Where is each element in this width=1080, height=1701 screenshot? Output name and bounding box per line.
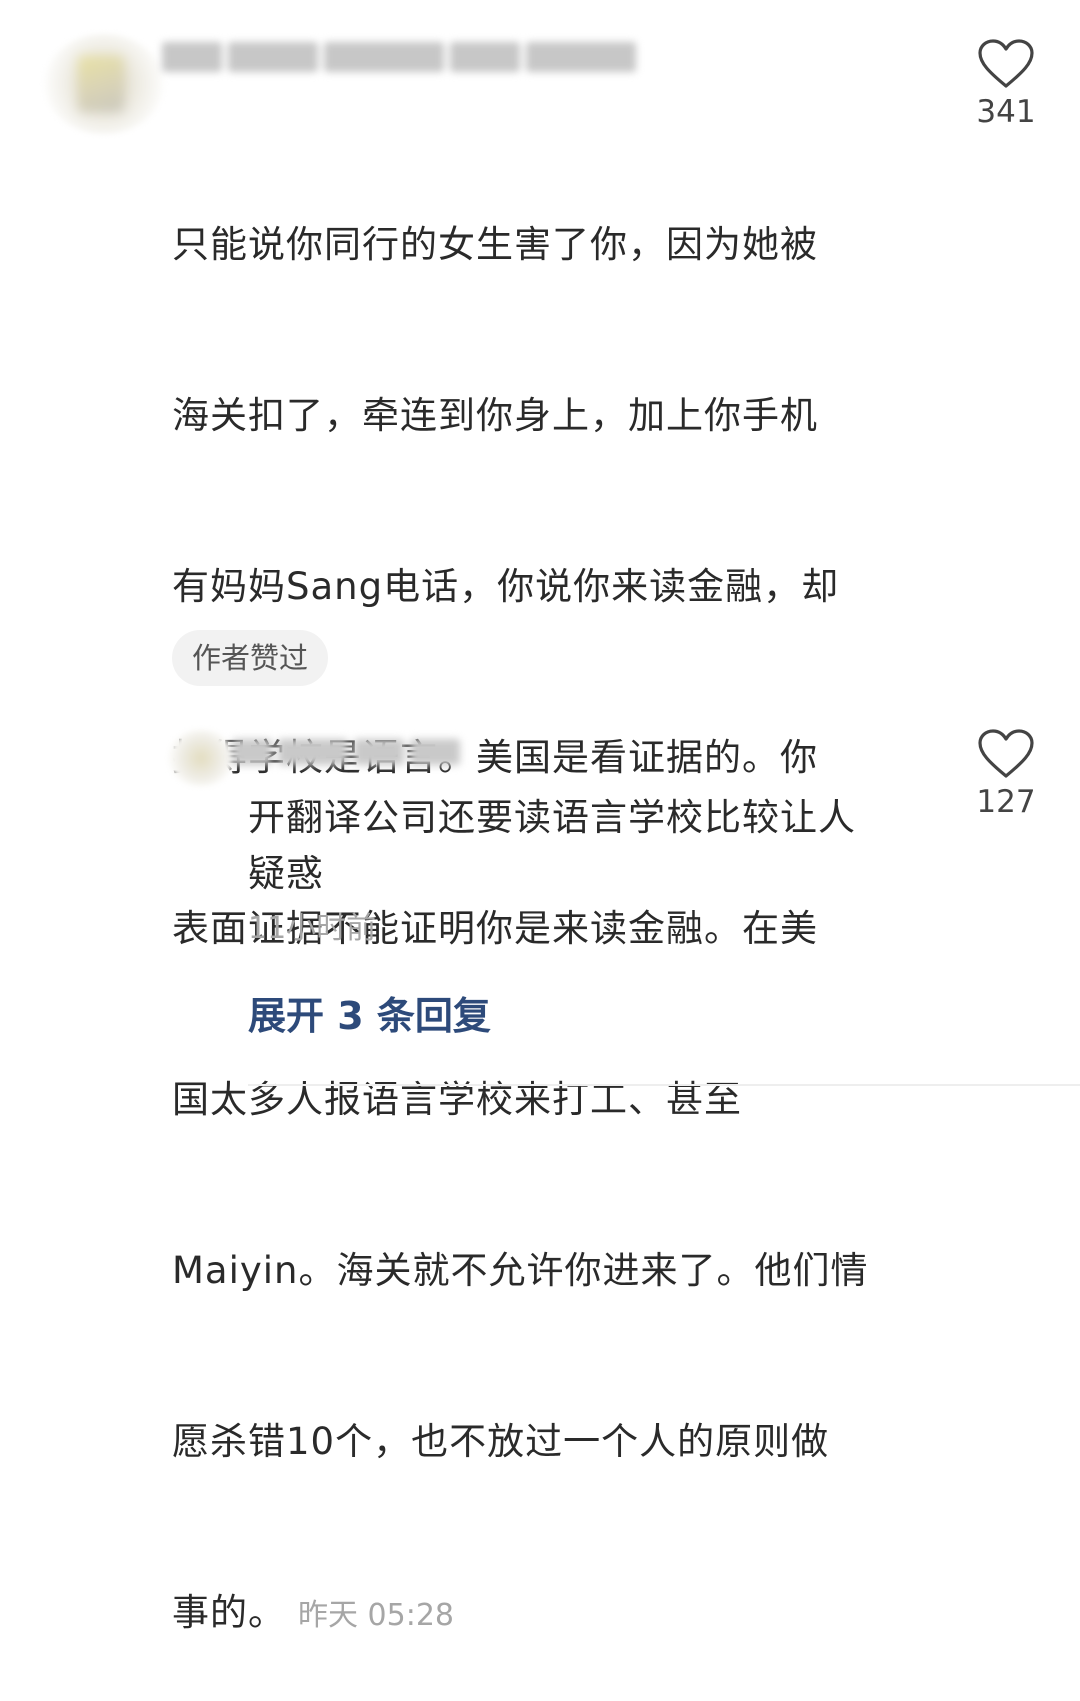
comment-line: 有妈妈Sang电话，你说你来读金融，却 <box>172 565 840 608</box>
reply-timestamp: 11小时前 <box>248 911 377 946</box>
comment-timestamp: 昨天 05:28 <box>298 1598 454 1633</box>
reply-body: 开翻译公司还要读语言学校比较让人 疑惑 <box>248 790 938 902</box>
heart-outline-icon[interactable] <box>972 728 1040 780</box>
expand-replies-button[interactable]: 展开 3 条回复 <box>248 985 491 1040</box>
reply-like-button[interactable]: 127 <box>972 728 1040 820</box>
avatar[interactable] <box>44 34 164 134</box>
comment-line: 国太多人报语言学校来打工、甚至 <box>172 1078 742 1121</box>
comment-line: 只能说你同行的女生害了你，因为她被 <box>172 223 818 266</box>
reply-line: 疑惑 <box>248 852 324 895</box>
comment-last-line: 事的。 昨天 05:28 <box>172 1584 932 1644</box>
heart-outline-icon[interactable] <box>972 38 1040 90</box>
divider <box>248 1084 1080 1086</box>
username-blurred[interactable] <box>162 34 642 80</box>
reply-username-blurred[interactable] <box>232 724 460 780</box>
like-count: 341 <box>976 94 1036 130</box>
comment-line: 海关扣了，牵连到你身上，加上你手机 <box>172 394 818 437</box>
comment-line: 愿杀错10个，也不放过一个人的原则做 <box>172 1420 830 1463</box>
author-liked-badge: 作者赞过 <box>172 630 329 686</box>
reply-line: 开翻译公司还要读语言学校比较让人 <box>248 796 856 839</box>
reply-like-count: 127 <box>976 784 1036 820</box>
like-button[interactable]: 341 <box>972 38 1040 130</box>
reply-avatar[interactable] <box>168 730 234 786</box>
comment-line: Maiyin。海关就不允许你进来了。他们情 <box>172 1249 869 1292</box>
comment-line: 事的。 <box>172 1591 286 1634</box>
avatar-image <box>78 56 124 112</box>
